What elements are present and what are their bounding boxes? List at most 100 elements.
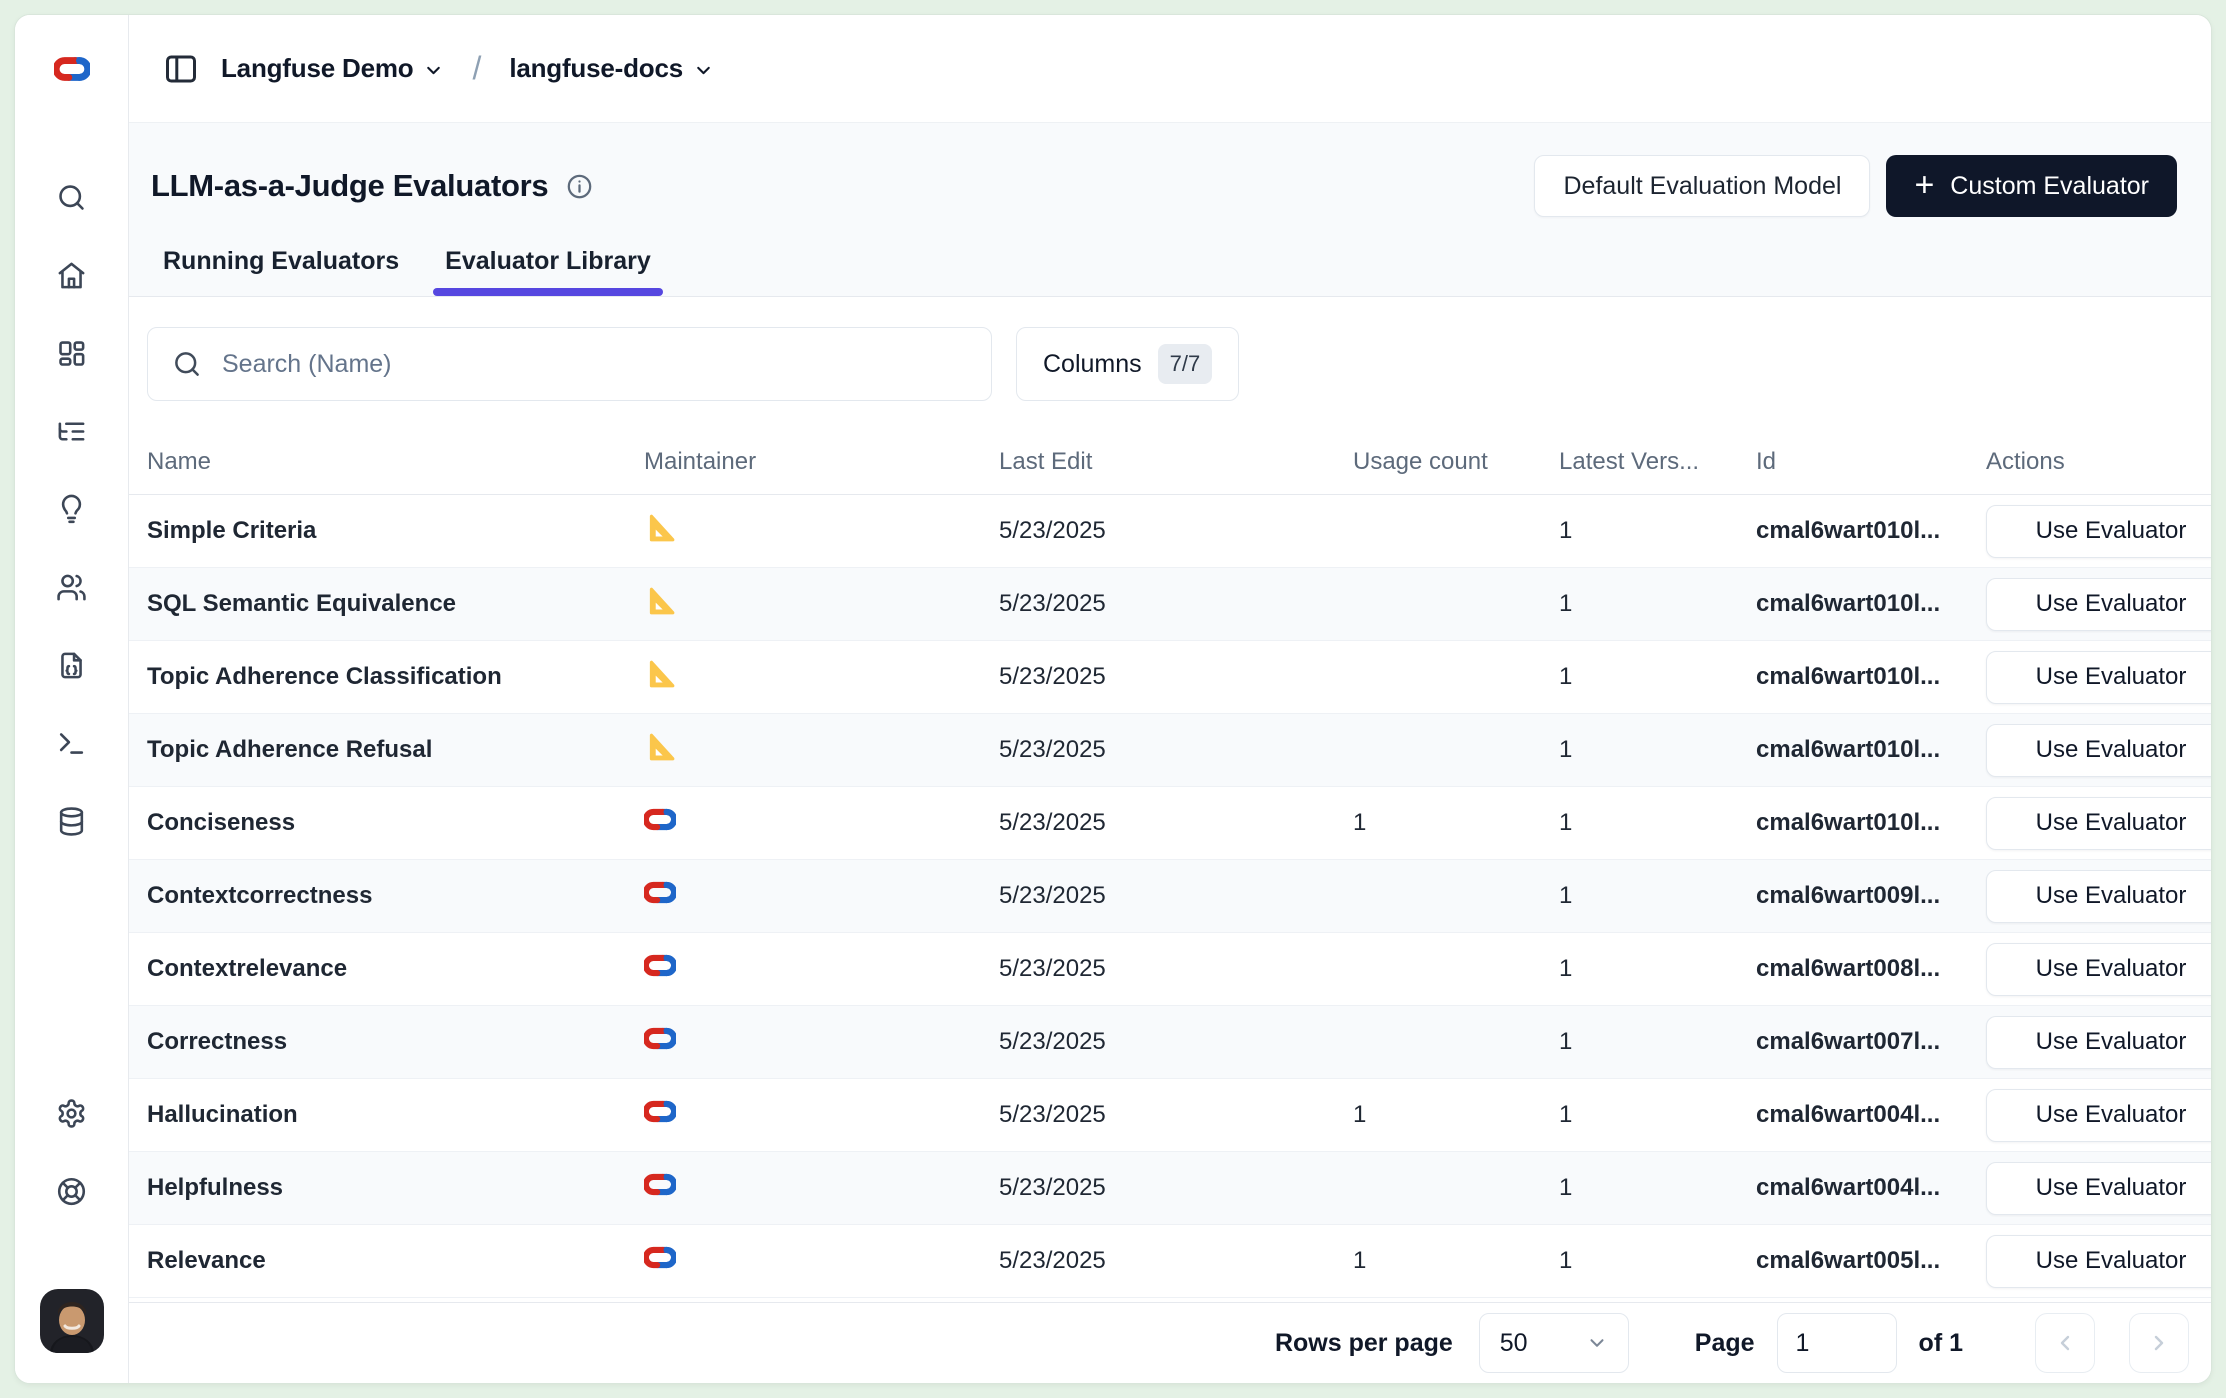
settings-icon[interactable] xyxy=(50,1091,94,1135)
latest-version: 1 xyxy=(1559,882,1756,910)
actions-cell: Use Evaluator xyxy=(1986,1162,2211,1215)
langfuse-logo-icon[interactable] xyxy=(15,15,128,123)
column-header-usage-count[interactable]: Usage count xyxy=(1353,448,1559,476)
support-icon[interactable] xyxy=(50,1169,94,1213)
use-evaluator-button[interactable]: Use Evaluator xyxy=(1986,1162,2211,1215)
table-row[interactable]: Contextcorrectness 5/23/2025 1 cmal6wart… xyxy=(129,860,2211,933)
actions-cell: Use Evaluator xyxy=(1986,1089,2211,1142)
dashboards-icon[interactable] xyxy=(50,331,94,375)
search-icon[interactable] xyxy=(50,175,94,219)
maintainer-cell xyxy=(644,1098,999,1132)
column-header-last-edit[interactable]: Last Edit xyxy=(999,448,1353,476)
last-edit-date: 5/23/2025 xyxy=(999,1028,1353,1056)
playground-icon[interactable] xyxy=(50,721,94,765)
table-row[interactable]: Relevance 5/23/2025 1 1 cmal6wart005l...… xyxy=(129,1225,2211,1298)
use-evaluator-button[interactable]: Use Evaluator xyxy=(1986,1016,2211,1069)
rows-per-page-value: 50 xyxy=(1500,1329,1528,1358)
custom-evaluator-button[interactable]: + Custom Evaluator xyxy=(1886,155,2177,217)
users-icon[interactable] xyxy=(50,565,94,609)
search-input[interactable] xyxy=(222,350,967,379)
latest-version: 1 xyxy=(1559,1247,1756,1275)
evaluator-id: cmal6wart010l... xyxy=(1756,809,1986,837)
evaluator-id: cmal6wart008l... xyxy=(1756,955,1986,983)
prompts-icon[interactable] xyxy=(50,643,94,687)
sidebar-toggle-icon[interactable] xyxy=(159,47,203,91)
page-label: Page xyxy=(1695,1329,1755,1358)
maintainer-cell xyxy=(644,1244,999,1278)
use-evaluator-button[interactable]: Use Evaluator xyxy=(1986,1089,2211,1142)
column-header-id[interactable]: Id xyxy=(1756,448,1986,476)
page-number-input[interactable] xyxy=(1777,1313,1897,1373)
maintainer-cell xyxy=(644,1025,999,1059)
evaluator-id: cmal6wart010l... xyxy=(1756,736,1986,764)
last-edit-date: 5/23/2025 xyxy=(999,1174,1353,1202)
table-row[interactable]: Conciseness 5/23/2025 1 1 cmal6wart010l.… xyxy=(129,787,2211,860)
latest-version: 1 xyxy=(1559,1028,1756,1056)
topbar: Langfuse Demo / langfuse-docs xyxy=(129,15,2211,123)
search-box xyxy=(147,327,992,401)
table-row[interactable]: SQL Semantic Equivalence 5/23/2025 1 cma… xyxy=(129,568,2211,641)
use-evaluator-button[interactable]: Use Evaluator xyxy=(1986,943,2211,996)
search-icon xyxy=(172,349,202,379)
breadcrumb-separator: / xyxy=(472,50,481,87)
langfuse-icon xyxy=(644,806,676,838)
project-switcher[interactable]: langfuse-docs xyxy=(509,53,714,84)
datasets-icon[interactable] xyxy=(50,799,94,843)
latest-version: 1 xyxy=(1559,736,1756,764)
actions-cell: Use Evaluator xyxy=(1986,797,2211,850)
use-evaluator-button[interactable]: Use Evaluator xyxy=(1986,870,2211,923)
columns-button[interactable]: Columns 7/7 xyxy=(1016,327,1239,401)
use-evaluator-button[interactable]: Use Evaluator xyxy=(1986,651,2211,704)
use-evaluator-button[interactable]: Use Evaluator xyxy=(1986,578,2211,631)
rows-per-page-select[interactable]: 50 xyxy=(1479,1313,1629,1373)
table-row[interactable]: Simple Criteria 5/23/2025 1 cmal6wart010… xyxy=(129,495,2211,568)
last-edit-date: 5/23/2025 xyxy=(999,882,1353,910)
column-header-name[interactable]: Name xyxy=(129,448,644,476)
actions-cell: Use Evaluator xyxy=(1986,578,2211,631)
evaluation-icon[interactable] xyxy=(50,487,94,531)
org-switcher[interactable]: Langfuse Demo xyxy=(221,53,444,84)
ragas-icon xyxy=(644,512,676,544)
user-avatar[interactable] xyxy=(40,1289,104,1353)
table-row[interactable]: Topic Adherence Classification 5/23/2025… xyxy=(129,641,2211,714)
table-header-row: Name Maintainer Last Edit Usage count La… xyxy=(129,429,2211,495)
evaluator-id: cmal6wart004l... xyxy=(1756,1174,1986,1202)
use-evaluator-button[interactable]: Use Evaluator xyxy=(1986,797,2211,850)
previous-page-button[interactable] xyxy=(2035,1313,2095,1373)
tab-evaluator-library[interactable]: Evaluator Library xyxy=(433,247,663,296)
info-icon[interactable] xyxy=(566,173,593,200)
use-evaluator-button[interactable]: Use Evaluator xyxy=(1986,724,2211,777)
tab-running-evaluators[interactable]: Running Evaluators xyxy=(151,247,411,296)
page-header: LLM-as-a-Judge Evaluators Default Evalua… xyxy=(129,123,2211,297)
default-evaluation-model-button[interactable]: Default Evaluation Model xyxy=(1534,155,1870,217)
sidebar xyxy=(15,15,129,1383)
last-edit-date: 5/23/2025 xyxy=(999,590,1353,618)
latest-version: 1 xyxy=(1559,1101,1756,1129)
evaluator-name: Simple Criteria xyxy=(129,517,644,545)
page-title: LLM-as-a-Judge Evaluators xyxy=(151,168,548,204)
actions-cell: Use Evaluator xyxy=(1986,1016,2211,1069)
chevron-down-icon xyxy=(693,60,714,81)
langfuse-icon xyxy=(644,1171,676,1203)
org-name: Langfuse Demo xyxy=(221,53,413,84)
use-evaluator-button[interactable]: Use Evaluator xyxy=(1986,1235,2211,1288)
use-evaluator-button[interactable]: Use Evaluator xyxy=(1986,505,2211,558)
tabs: Running Evaluators Evaluator Library xyxy=(151,247,663,296)
columns-count-badge: 7/7 xyxy=(1158,344,1213,384)
usage-count: 1 xyxy=(1353,1247,1559,1275)
column-header-latest-version[interactable]: Latest Vers... xyxy=(1559,448,1756,476)
usage-count: 1 xyxy=(1353,809,1559,837)
table-row[interactable]: Topic Adherence Refusal 5/23/2025 1 cmal… xyxy=(129,714,2211,787)
home-icon[interactable] xyxy=(50,253,94,297)
rows-per-page-label: Rows per page xyxy=(1275,1329,1453,1358)
table-row[interactable]: Correctness 5/23/2025 1 cmal6wart007l...… xyxy=(129,1006,2211,1079)
evaluator-id: cmal6wart004l... xyxy=(1756,1101,1986,1129)
column-header-maintainer[interactable]: Maintainer xyxy=(644,448,999,476)
columns-label: Columns xyxy=(1043,350,1142,379)
tracing-icon[interactable] xyxy=(50,409,94,453)
table-row[interactable]: Contextrelevance 5/23/2025 1 cmal6wart00… xyxy=(129,933,2211,1006)
table-row[interactable]: Helpfulness 5/23/2025 1 cmal6wart004l...… xyxy=(129,1152,2211,1225)
last-edit-date: 5/23/2025 xyxy=(999,809,1353,837)
table-row[interactable]: Hallucination 5/23/2025 1 1 cmal6wart004… xyxy=(129,1079,2211,1152)
next-page-button[interactable] xyxy=(2129,1313,2189,1373)
